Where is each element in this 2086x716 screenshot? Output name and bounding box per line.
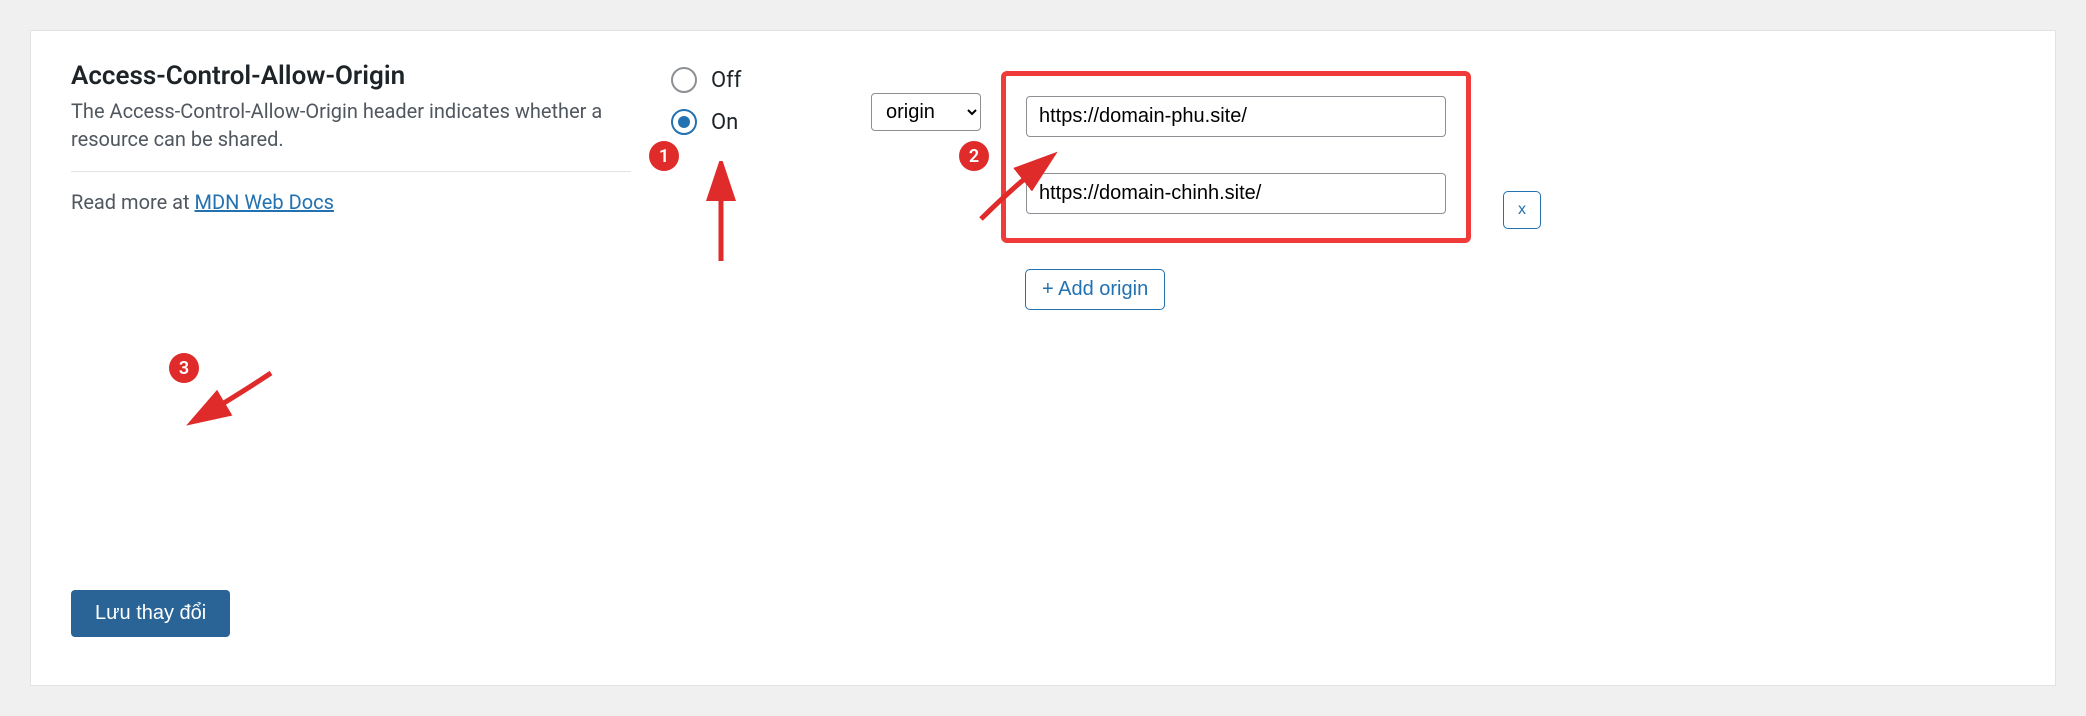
page: Access-Control-Allow-Origin The Access-C… (0, 0, 2086, 716)
radio-on[interactable] (671, 109, 697, 135)
add-origin-button[interactable]: + Add origin (1025, 269, 1165, 310)
annotation-badge-3: 3 (169, 353, 199, 383)
readmore-link[interactable]: MDN Web Docs (195, 190, 334, 214)
radio-on-label: On (711, 110, 738, 135)
origin-row (1026, 96, 1446, 137)
origin-row (1026, 173, 1446, 214)
origin-select[interactable]: origin (871, 93, 981, 131)
save-button[interactable]: Lưu thay đổi (71, 590, 230, 637)
annotation-arrow-3 (181, 363, 281, 433)
radio-on-row[interactable]: On (671, 109, 871, 135)
origin-input-1[interactable] (1026, 96, 1446, 137)
readmore-text: Read more at MDN Web Docs (71, 190, 631, 214)
setting-description: The Access-Control-Allow-Origin header i… (71, 97, 631, 153)
radio-off-label: Off (711, 68, 741, 93)
radio-off-row[interactable]: Off (671, 67, 871, 93)
settings-card: Access-Control-Allow-Origin The Access-C… (30, 30, 2056, 686)
remove-origin-button[interactable]: x (1503, 191, 1541, 229)
origin-input-2[interactable] (1026, 173, 1446, 214)
radio-column: Off On (671, 61, 871, 151)
setting-title: Access-Control-Allow-Origin (71, 61, 631, 91)
description-column: Access-Control-Allow-Origin The Access-C… (71, 61, 671, 214)
select-column: origin (871, 61, 1001, 131)
setting-row: Access-Control-Allow-Origin The Access-C… (71, 61, 2015, 310)
highlight-box (1001, 71, 1471, 243)
radio-off[interactable] (671, 67, 697, 93)
readmore-prefix: Read more at (71, 190, 195, 214)
origins-column: x + Add origin (1001, 61, 1471, 310)
divider (71, 171, 631, 172)
